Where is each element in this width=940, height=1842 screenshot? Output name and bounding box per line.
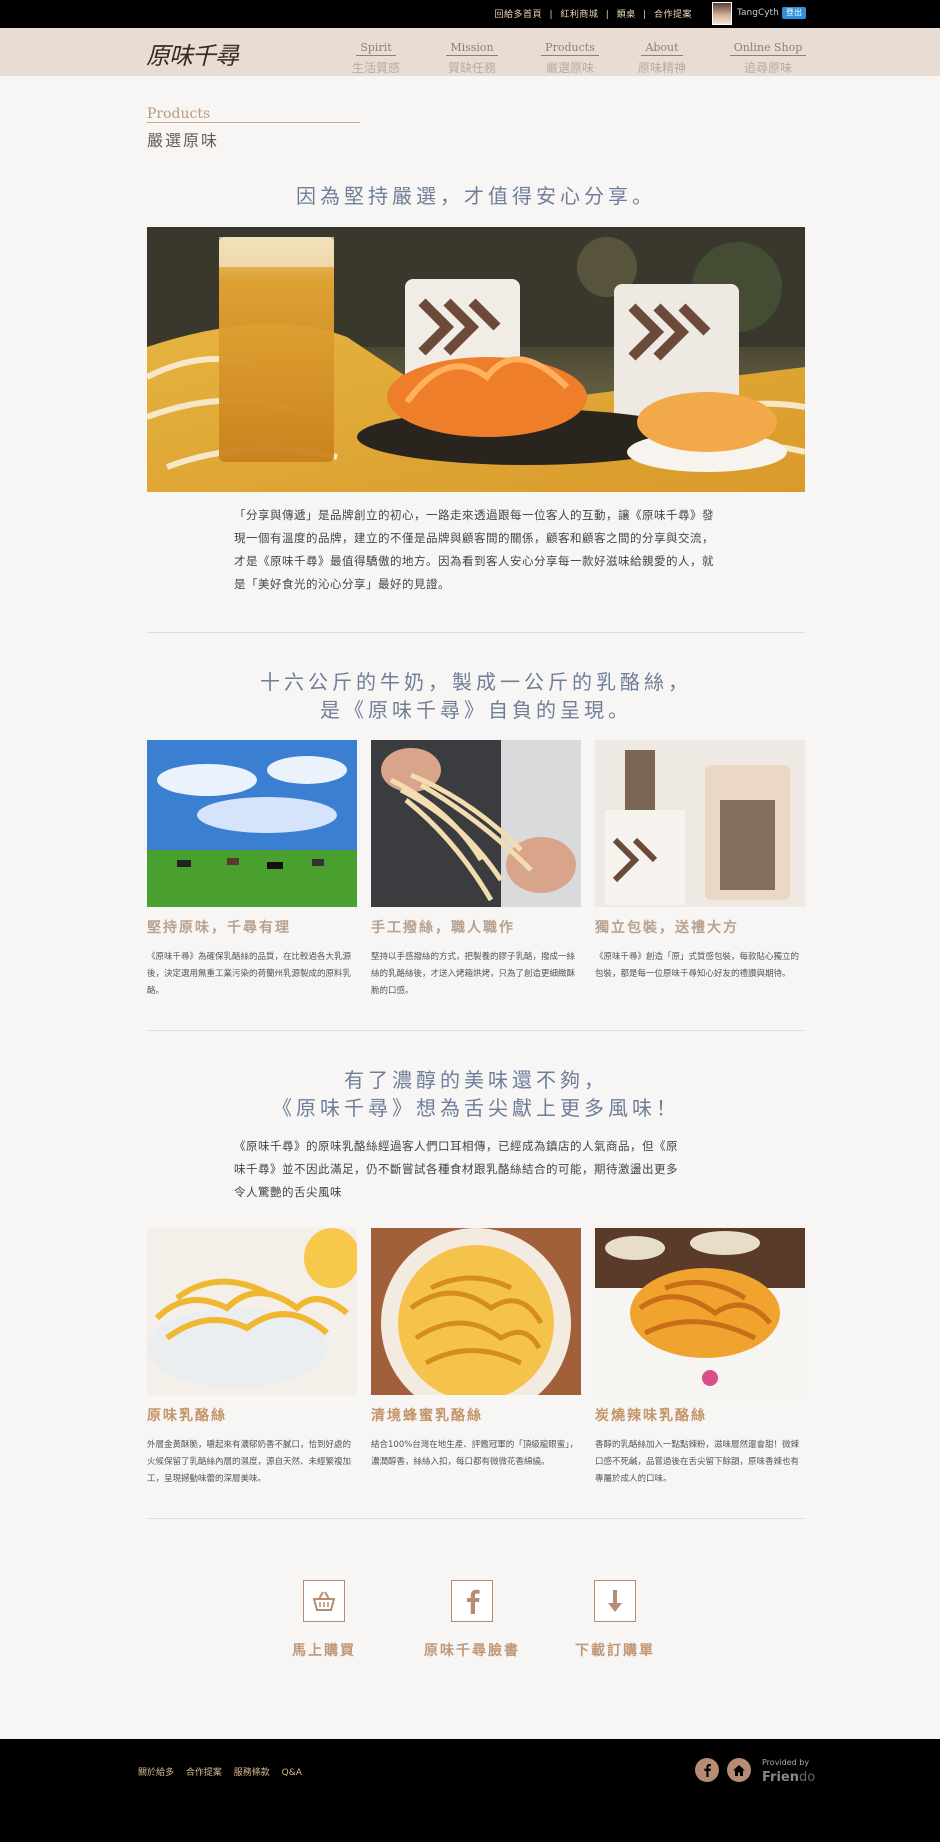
nav-item-products[interactable]: Products 嚴選原味 [530,36,610,76]
footer-link-about[interactable]: 關於給多 [138,1768,174,1778]
link-home[interactable]: 回給多首頁 [495,10,543,20]
feature-card: 獨立包裝，送禮大方 《原味千尋》創造「原」式質感包裝，每款貼心獨立的包裝，都是每… [595,740,805,983]
nav-label-zh: 嚴選原味 [545,61,594,75]
nav-label-en: Spirit [356,41,396,56]
top-links: 回給多首頁 | 紅利商城 | 類桌 | 合作提案 [493,7,694,20]
buy-now-button[interactable]: 馬上購買 [274,1580,374,1660]
nav-label-en: Online Shop [729,41,807,56]
facebook-button[interactable]: 原味千尋臉書 [422,1580,522,1660]
card-title: 炭燒辣味乳酪絲 [595,1408,707,1424]
nav-label-zh: 原味精神 [637,61,686,75]
card-title: 獨立包裝，送禮大方 [595,920,739,936]
hand-shredding-photo [371,740,581,907]
action-label: 下載訂購單 [575,1643,655,1659]
feature-card: 手工撥絲，職人職作 堅持以手感撥絲的方式，把製養的膠子乳酪，撥成一絲絲的乳酪絲後… [371,740,581,1000]
original-cheese-photo[interactable] [147,1228,357,1395]
footer-links: 關於給多 合作提案 服務條款 Q&A [138,1765,311,1778]
divider [147,1030,805,1031]
headline-line: 《原味千尋》想為舌尖獻上更多風味！ [272,1096,680,1120]
nav-item-about[interactable]: About 原味精神 [622,36,702,76]
footer-link-cooperation[interactable]: 合作提案 [186,1768,222,1778]
section1-headline: 因為堅持嚴選，才值得安心分享。 [296,184,656,208]
packaging-photo [595,740,805,907]
section3-paragraph: 《原味千尋》的原味乳酪絲經過客人們口耳相傳，已經成為鎮店的人氣商品，但《原味千尋… [234,1139,678,1199]
headline-line: 是《原味千尋》自負的呈現。 [320,698,632,722]
divider [147,632,805,633]
username[interactable]: TangCyth [737,8,779,18]
avatar[interactable] [712,2,732,25]
nav-label-zh: 生活質感 [351,61,400,75]
download-icon[interactable] [594,1580,636,1622]
facebook-icon[interactable] [695,1758,719,1782]
card-title: 手工撥絲，職人職作 [371,920,515,936]
feature-card: 堅持原味，千尋有理 《原味千尋》為確保乳酪絲的品質，在比較過各大乳源後，決定選用… [147,740,357,1000]
download-order-form-button[interactable]: 下載訂購單 [565,1580,665,1660]
card-description: 《原味千尋》為確保乳酪絲的品質，在比較過各大乳源後，決定選用無重工業污染的荷蘭州… [147,952,352,996]
honey-cheese-photo[interactable] [371,1228,581,1395]
nav-label-zh: 質缺任務 [447,61,496,75]
nav-item-mission[interactable]: Mission 質缺任務 [432,36,512,76]
card-description: 結合100%台灣在地生產、評鑑冠軍的「頂級龍眼蜜」，濃潤醇香，絲絲入扣，每口都有… [371,1440,579,1467]
link-table[interactable]: 類桌 [617,10,636,20]
provided-by-label: Provided by [762,1758,810,1767]
link-bonus-mall[interactable]: 紅利商城 [560,10,598,20]
headline-line: 有了濃醇的美味還不夠， [344,1068,608,1092]
page-title-zh: 嚴選原味 [147,131,220,150]
headline-line: 十六公斤的牛奶，製成一公斤的乳酪絲， [260,670,692,694]
card-title: 原味乳酪絲 [147,1408,227,1424]
page-title-en: Products [147,106,360,123]
nav-label-zh: 追尋原味 [743,61,792,75]
logout-button[interactable]: 登出 [782,7,806,19]
section3-headline: 有了濃醇的美味還不夠， 《原味千尋》想為舌尖獻上更多風味！ [147,1066,805,1122]
card-description: 香醇的乳酪絲加入一點點辣粉，滋味層然還會甜！微辣口感不死鹹，品嘗過後在舌尖留下餘… [595,1440,800,1484]
home-icon[interactable] [727,1758,751,1782]
provider-logo-part: do [799,1770,816,1785]
separator: | [643,10,647,20]
hero-illustration [147,227,805,492]
nav-item-online-shop[interactable]: Online Shop 追尋原味 [728,36,808,76]
hero-image [147,227,805,492]
product-card: 原味乳酪絲 外層金黃酥脆，嚼起來有濃郁奶香不膩口，恰到好處的火候保留了乳酪絲內層… [147,1228,357,1488]
facebook-icon[interactable] [451,1580,493,1622]
spicy-cheese-photo[interactable] [595,1228,805,1395]
main-navbar: 原味千尋 Spirit 生活質感 Mission 質缺任務 Products 嚴… [0,28,940,76]
nav-label-en: Mission [446,41,498,56]
section1-paragraph: 「分享與傳遞」是品牌創立的初心，一路走來透過跟每一位客人的互動，讓《原味千尋》發… [234,508,714,591]
footer-link-qa[interactable]: Q&A [282,1768,302,1778]
action-label: 馬上購買 [292,1643,356,1659]
product-card: 清境蜂蜜乳酪絲 結合100%台灣在地生產、評鑑冠軍的「頂級龍眼蜜」，濃潤醇香，絲… [371,1228,581,1471]
card-description: 堅持以手感撥絲的方式，把製養的膠子乳酪，撥成一絲絲的乳酪絲後，才送入烤箱烘烤，只… [371,952,576,996]
product-card: 炭燒辣味乳酪絲 香醇的乳酪絲加入一點點辣粉，滋味層然還會甜！微辣口感不死鹹，品嘗… [595,1228,805,1488]
separator: | [605,10,610,20]
top-bar: 回給多首頁 | 紅利商城 | 類桌 | 合作提案 TangCyth 登出 [0,0,940,28]
link-cooperation[interactable]: 合作提案 [654,10,692,20]
nav-label-en: Products [541,41,599,56]
provider-logo-part: Frien [762,1770,799,1785]
nav-label-en: About [641,41,683,56]
divider [147,1518,805,1519]
footer: 關於給多 合作提案 服務條款 Q&A Provided by Friendo [0,1739,940,1842]
brand-logo[interactable]: 原味千尋 [146,36,246,70]
card-title: 清境蜂蜜乳酪絲 [371,1408,483,1424]
basket-icon[interactable] [303,1580,345,1622]
footer-link-terms[interactable]: 服務條款 [234,1768,270,1778]
card-title: 堅持原味，千尋有理 [147,920,291,936]
nav-item-spirit[interactable]: Spirit 生活質感 [336,36,416,76]
action-label: 原味千尋臉書 [424,1643,520,1659]
cows-photo [147,740,357,907]
separator: | [549,10,553,20]
card-description: 《原味千尋》創造「原」式質感包裝，每款貼心獨立的包裝，都是每一位原味千尋知心好友… [595,952,800,979]
provider-logo[interactable]: Friendo [762,1770,815,1785]
section2-headline: 十六公斤的牛奶，製成一公斤的乳酪絲， 是《原味千尋》自負的呈現。 [147,668,805,724]
card-description: 外層金黃酥脆，嚼起來有濃郁奶香不膩口，恰到好處的火候保留了乳酪絲內層的濕度，源自… [147,1440,352,1484]
